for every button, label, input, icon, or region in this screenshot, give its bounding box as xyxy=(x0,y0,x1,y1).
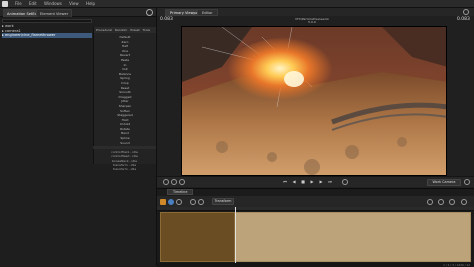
frame-counter-right: 0.083 xyxy=(457,17,470,22)
tab-timeline[interactable]: Timeline xyxy=(167,189,194,195)
presets-tabs: Procedural Random Preset Tools xyxy=(94,27,156,33)
skip-start-icon[interactable]: ⏮ xyxy=(281,179,289,185)
tab-tools[interactable]: Tools xyxy=(143,28,150,32)
settings-icon[interactable] xyxy=(464,179,470,185)
move-icon[interactable] xyxy=(171,179,177,185)
arrow-icon[interactable] xyxy=(190,199,196,205)
lock-icon[interactable] xyxy=(438,199,444,205)
tree-item-label: camera1 xyxy=(4,28,21,33)
menu-edit[interactable]: Edit xyxy=(29,0,37,8)
film-icon[interactable] xyxy=(168,199,174,205)
viewer-tabbar: Primary Viewport Editor xyxy=(157,8,474,16)
3d-viewport[interactable] xyxy=(181,26,447,176)
tree-item-engineer[interactable]: ▸ engineer/cine_flamethrower xyxy=(2,33,92,38)
clip-block[interactable] xyxy=(160,212,235,262)
status-readout: 1 / 2 / 3 / 1234 / 12 xyxy=(443,263,470,267)
scene-render xyxy=(182,27,446,175)
left-tabbar: Animation SetEditor Element Viewer xyxy=(0,8,156,17)
app-icon xyxy=(2,1,8,7)
viewport-title: VFX/ParticlePreview.bk 5.0.0 xyxy=(277,17,347,25)
control-list: controlTrack - idle controlHead - idle bon… xyxy=(93,150,156,171)
track-area[interactable] xyxy=(157,211,474,263)
tab-random[interactable]: Random xyxy=(115,28,127,32)
tree-item-label: work xyxy=(4,24,14,28)
stop-icon[interactable]: ■ xyxy=(299,179,307,185)
viewport-controls: ⏮ ◀ ■ ▶ ▶ ⏭ Work Camera xyxy=(157,176,474,187)
timeline-panel: Timeline Transform 1 / 2 / 3 / 1234 / 12 xyxy=(157,188,474,267)
viewer-panel: Primary Viewport Editor 0.083 0.083 VFX/… xyxy=(157,8,474,188)
skip-end-icon[interactable]: ⏭ xyxy=(326,179,334,185)
menu-file[interactable]: File xyxy=(15,0,22,8)
timeline-toolbar: Transform xyxy=(157,196,474,207)
frame-counter-left: 0.083 xyxy=(160,17,173,22)
rotate-icon[interactable] xyxy=(179,179,185,185)
tab-procedural[interactable]: Procedural xyxy=(96,28,112,32)
clip-block[interactable] xyxy=(235,212,471,262)
bracket-icon[interactable] xyxy=(198,199,204,205)
clip-icon[interactable] xyxy=(176,199,182,205)
horizontal-scrollbar[interactable] xyxy=(93,146,156,149)
step-forward-icon[interactable]: ▶ xyxy=(317,179,325,185)
filter-input[interactable] xyxy=(2,19,92,23)
key-icon[interactable] xyxy=(160,199,166,205)
menu-help[interactable]: Help xyxy=(86,0,95,8)
preset-list: Default Zero Half One Revert Paste In Out Balanc… xyxy=(94,35,156,145)
preset-item[interactable]: Sound xyxy=(94,141,156,146)
tab-editor[interactable]: Editor xyxy=(197,9,218,16)
gear-icon[interactable] xyxy=(463,9,469,15)
status-bar: 1 / 2 / 3 / 1234 / 12 xyxy=(157,263,474,267)
tab-element-viewer[interactable]: Element Viewer xyxy=(36,9,73,17)
zoom-icon[interactable] xyxy=(449,199,455,205)
menu-bar: File Edit Windows View Help xyxy=(0,0,474,8)
menu-windows[interactable]: Windows xyxy=(44,0,62,8)
transform-button[interactable]: Transform xyxy=(212,198,234,205)
playhead[interactable] xyxy=(235,207,236,263)
loop-icon[interactable] xyxy=(342,179,348,185)
step-back-icon[interactable]: ◀ xyxy=(290,179,298,185)
gear-icon[interactable] xyxy=(146,9,153,16)
tree-item-label: engineer/cine_flamethrower xyxy=(4,33,56,38)
play-icon[interactable]: ▶ xyxy=(308,179,316,185)
tab-preset[interactable]: Preset xyxy=(130,28,139,32)
menu-view[interactable]: View xyxy=(69,0,79,8)
magnet-icon[interactable] xyxy=(427,199,433,205)
procedural-presets-panel: Procedural Random Preset Tools Default Ze… xyxy=(93,27,156,164)
animation-set-tree: ▸ work ▸ camera1 ▸ engineer/cine_flameth… xyxy=(2,24,92,38)
work-camera-dropdown[interactable]: Work Camera xyxy=(427,179,461,186)
animation-set-editor-panel: Animation SetEditor Element Viewer ▸ wor… xyxy=(0,8,157,266)
list-item[interactable]: transform - idle xyxy=(93,167,156,171)
gear-icon[interactable] xyxy=(461,199,467,205)
viewport-title-line: 5.0.0 xyxy=(308,20,316,25)
camera-icon[interactable] xyxy=(163,179,169,185)
